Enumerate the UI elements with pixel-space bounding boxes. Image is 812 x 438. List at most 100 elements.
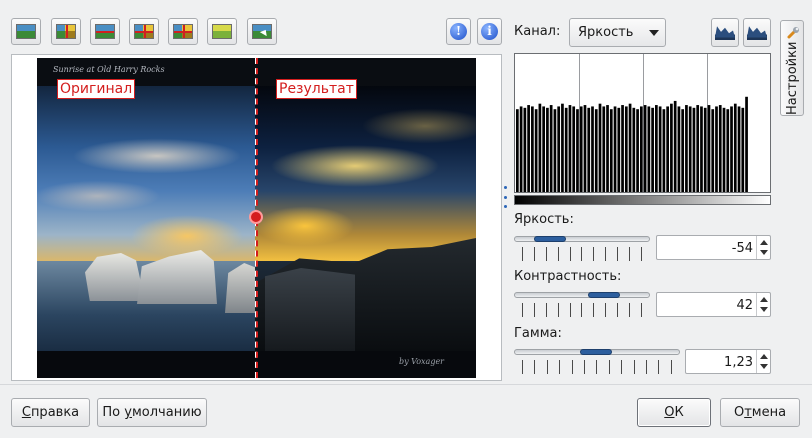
histogram-bar xyxy=(733,103,737,192)
brightness-slider[interactable] xyxy=(514,233,650,261)
histogram-bar xyxy=(718,105,722,192)
contrast-up-arrow-icon[interactable] xyxy=(760,297,768,302)
histogram-bar xyxy=(602,106,606,192)
exclamation-info-icon: ! xyxy=(450,23,467,40)
mouse-over-button[interactable] xyxy=(247,18,277,45)
split-horizontal-icon xyxy=(95,24,115,39)
histogram-bar xyxy=(741,107,745,192)
preview-image[interactable]: Sunrise at Old Harry Rocks by Voxager Ор… xyxy=(37,58,476,378)
channel-select[interactable]: Яркость xyxy=(569,18,666,47)
histogram-bar xyxy=(703,107,707,192)
cancel-button-label-start: О xyxy=(733,405,745,420)
gamma-slider-handle[interactable] xyxy=(580,349,612,355)
histogram-bar xyxy=(594,109,598,192)
histogram-bar xyxy=(639,106,643,192)
settings-tab[interactable]: Настройки xyxy=(780,20,804,116)
histogram-bar xyxy=(711,109,715,192)
original-image-icon xyxy=(16,24,36,39)
brightness-label: Яркость: xyxy=(514,212,574,227)
brightness-up-arrow-icon[interactable] xyxy=(760,240,768,245)
original-sky xyxy=(37,86,255,261)
histogram-bar xyxy=(722,107,726,192)
help-button-mnemonic: С xyxy=(21,405,31,420)
log-histogram-button[interactable] xyxy=(743,18,771,47)
histogram-bar xyxy=(715,106,718,192)
histogram-bar xyxy=(534,109,538,192)
histogram-bar xyxy=(553,109,557,192)
histogram-bar xyxy=(531,106,534,192)
split-vertical-icon xyxy=(56,24,76,39)
underexposure-button[interactable]: ! xyxy=(446,18,471,45)
defaults-button[interactable]: По у молчанию xyxy=(97,398,207,427)
histogram-bar xyxy=(617,107,621,192)
result-view-button[interactable] xyxy=(207,18,237,45)
gamma-value: 1,23 xyxy=(724,355,753,370)
overexposure-button[interactable]: i xyxy=(477,18,502,45)
duplicate-horizontal-icon xyxy=(173,24,193,39)
contrast-slider[interactable] xyxy=(514,289,650,317)
histogram xyxy=(514,53,771,193)
histogram-bar xyxy=(726,109,730,192)
duplicate-vertical-button[interactable] xyxy=(129,18,159,45)
gamma-down-arrow-icon[interactable] xyxy=(760,364,768,369)
histogram-bar xyxy=(677,106,681,192)
ok-button[interactable]: ОК xyxy=(637,398,711,427)
contrast-spinbox[interactable]: 42 xyxy=(656,292,771,317)
channel-label: Канал: xyxy=(514,24,561,39)
histogram-bar xyxy=(730,106,733,192)
histogram-bar xyxy=(572,106,576,192)
histogram-bar xyxy=(546,107,549,192)
histogram-bar xyxy=(651,107,654,192)
histogram-bar xyxy=(606,105,609,192)
histogram-bar xyxy=(685,105,688,192)
duplicate-horizontal-button[interactable] xyxy=(168,18,198,45)
log-histogram-icon xyxy=(747,25,767,40)
histogram-bar xyxy=(670,103,673,192)
splitter-handle[interactable] xyxy=(503,186,507,208)
contrast-down-arrow-icon[interactable] xyxy=(760,307,768,312)
brightness-down-arrow-icon[interactable] xyxy=(760,250,768,255)
histogram-bar xyxy=(666,106,670,192)
brightness-spinbox[interactable]: -54 xyxy=(656,235,771,260)
histogram-bar xyxy=(568,105,572,192)
settings-tab-label: Настройки xyxy=(785,41,800,115)
histogram-bar xyxy=(737,106,741,192)
histogram-bar xyxy=(688,106,692,192)
histogram-bar xyxy=(527,105,530,192)
histogram-bar xyxy=(557,106,561,192)
brightness-slider-handle[interactable] xyxy=(534,236,566,242)
split-vertical-button[interactable] xyxy=(51,18,81,45)
result-label: Результат xyxy=(276,79,357,99)
histogram-bar xyxy=(681,109,685,192)
original-view-button[interactable] xyxy=(11,18,41,45)
chevron-down-icon xyxy=(649,30,659,36)
help-button[interactable]: Справка xyxy=(11,398,90,427)
histogram-bar xyxy=(673,100,677,192)
help-button-label: правка xyxy=(30,405,80,420)
gamma-spinbox[interactable]: 1,23 xyxy=(685,349,771,374)
contrast-slider-handle[interactable] xyxy=(588,292,620,298)
histogram-bar xyxy=(624,106,628,192)
cancel-button[interactable]: От мена xyxy=(720,398,800,427)
histogram-bar xyxy=(515,109,519,192)
histogram-gradient-bar xyxy=(514,195,771,205)
histogram-bar xyxy=(613,106,617,192)
histogram-bar xyxy=(643,105,647,192)
original-label: Оригинал xyxy=(57,79,136,99)
gamma-up-arrow-icon[interactable] xyxy=(760,354,768,359)
histogram-bar xyxy=(609,109,613,192)
duplicate-vertical-icon xyxy=(134,24,154,39)
brightness-value: -54 xyxy=(731,241,753,256)
histogram-bars xyxy=(515,96,748,192)
gamma-slider[interactable] xyxy=(514,346,680,374)
histogram-bar xyxy=(549,105,553,192)
histogram-bar xyxy=(628,103,632,192)
slider-ticks xyxy=(514,247,650,261)
histogram-bar xyxy=(542,106,546,192)
histogram-bar xyxy=(538,103,542,192)
split-horizontal-button[interactable] xyxy=(90,18,120,45)
defaults-button-label-end: молчанию xyxy=(131,405,202,420)
histogram-bar xyxy=(745,96,748,192)
split-handle-icon[interactable] xyxy=(249,210,263,224)
linear-histogram-button[interactable] xyxy=(711,18,739,47)
